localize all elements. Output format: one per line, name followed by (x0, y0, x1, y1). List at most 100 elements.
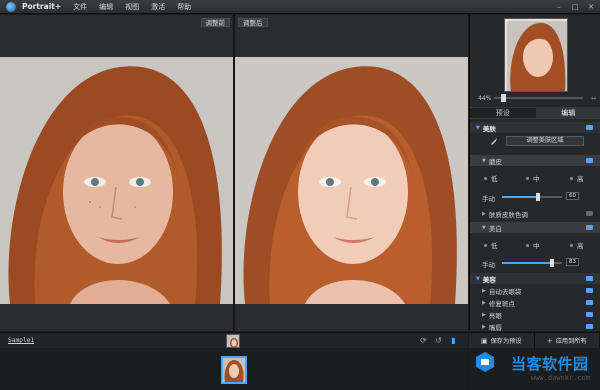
beauty-item-eye-bags[interactable]: ▶ 自动去眼袋 (470, 285, 600, 296)
apply-all-button[interactable]: + 应用到所有 (535, 333, 600, 348)
navigator-image (505, 19, 567, 91)
expand-triangle-icon: ▶ (482, 287, 486, 294)
before-pane[interactable]: 调整前 (0, 15, 233, 331)
before-label: 调整前 (200, 18, 230, 27)
smooth-option-mid[interactable]: 中 (526, 173, 540, 183)
file-name[interactable]: Sample1 (8, 337, 34, 344)
expand-triangle-icon: ▶ (482, 299, 486, 306)
beauty-item-bright-eyes[interactable]: ▶ 亮眼 (470, 309, 600, 320)
whiten-option-high[interactable]: 高 (570, 240, 584, 250)
whiten-option-high-label: 高 (577, 242, 584, 250)
whiten-slider[interactable] (502, 259, 562, 267)
skin-toggle-switch[interactable] (586, 125, 593, 130)
brush-icon (491, 138, 497, 145)
bright-eyes-toggle-switch[interactable] (586, 312, 593, 317)
beauty-toggle-switch[interactable] (586, 276, 593, 281)
radio-dot-icon (526, 176, 529, 180)
beauty-item-lips[interactable]: ▶ 嘴唇 (470, 321, 600, 332)
smooth-option-low[interactable]: 低 (484, 173, 498, 183)
maximize-icon[interactable]: □ (570, 2, 580, 11)
beauty-item-label: 自动去眼袋 (488, 287, 522, 296)
whiten-options: 低 中 高 (470, 240, 600, 250)
smooth-slider-row: 手动 60 (470, 192, 600, 203)
beauty-item-spots[interactable]: ▶ 修复斑点 (470, 297, 600, 308)
tab-presets[interactable]: 预设 (470, 108, 536, 118)
tab-edit[interactable]: 编辑 (535, 108, 600, 118)
smooth-slider[interactable] (502, 193, 562, 201)
smooth-options: 低 中 高 (470, 173, 600, 183)
filmstrip-item[interactable] (221, 356, 247, 384)
minimize-icon[interactable]: – (554, 2, 564, 11)
smooth-slider-knob[interactable] (536, 193, 540, 201)
menu-help[interactable]: 帮助 (177, 2, 191, 12)
smooth-option-high-label: 高 (577, 175, 584, 183)
lips-toggle-switch[interactable] (586, 324, 593, 329)
zoom-slider[interactable] (494, 94, 583, 102)
watermark-logo-icon (476, 352, 494, 372)
subsection-smooth[interactable]: ▼ 磨皮 (470, 155, 600, 166)
panel-tabs: 预设 编辑 (470, 107, 600, 119)
undo-icon[interactable]: ↺ (434, 336, 443, 345)
current-thumbnail-image (227, 335, 239, 347)
expand-triangle-icon: ▶ (482, 210, 486, 217)
close-icon[interactable]: ✕ (586, 2, 596, 11)
portrait-after-image (235, 57, 468, 304)
smooth-toggle-switch[interactable] (586, 158, 593, 163)
subsection-whiten[interactable]: ▼ 美白 (470, 222, 600, 233)
plus-icon: + (546, 336, 553, 345)
save-icon: ▣ (480, 336, 488, 345)
adjust-panel: 44% ↔ 预设 编辑 ▼ 美肤 调整美肤区域 ▼ 磨皮 低 中 高 手动 60 (469, 15, 600, 341)
whiten-slider-row: 手动 83 (470, 258, 600, 269)
whiten-toggle-switch[interactable] (586, 225, 593, 230)
eye-bags-toggle-switch[interactable] (586, 288, 593, 293)
expand-triangle-icon: ▶ (482, 311, 486, 318)
whiten-slider-value[interactable]: 83 (566, 258, 579, 266)
whiten-option-mid[interactable]: 中 (526, 240, 540, 250)
smooth-slider-value[interactable]: 60 (566, 192, 579, 200)
collapse-triangle-icon: ▼ (482, 224, 486, 231)
spots-toggle-switch[interactable] (586, 300, 593, 305)
smooth-slider-label: 手动 (482, 195, 495, 203)
after-photo (235, 57, 468, 304)
whiten-option-low[interactable]: 低 (484, 240, 498, 250)
zoom-value: 44% (478, 94, 492, 102)
menu-activate[interactable]: 激活 (151, 2, 165, 12)
smooth-option-mid-label: 中 (533, 175, 540, 183)
navigator-thumbnail[interactable] (504, 18, 568, 92)
whiten-slider-knob[interactable] (549, 259, 554, 267)
zoom-slider-knob[interactable] (501, 94, 507, 102)
title-bar: Portrait+ 文件 编辑 视图 激活 帮助 – □ ✕ (0, 0, 600, 14)
expand-triangle-icon: ▼ (476, 124, 480, 131)
watermark-title: 当客软件园 (511, 355, 589, 373)
filmstrip (0, 349, 468, 390)
smooth-option-low-label: 低 (491, 175, 498, 183)
zoom-in-icon[interactable]: ↔ (591, 95, 596, 102)
radio-dot-icon (526, 243, 529, 247)
smooth-option-high[interactable]: 高 (570, 173, 584, 183)
retouch-area-row: 调整美肤区域 (470, 135, 600, 147)
skin-tone-label: 肤质皮肤色调 (488, 210, 528, 219)
expand-triangle-icon: ▶ (482, 323, 486, 330)
section-skin[interactable]: ▼ 美肤 (470, 122, 600, 133)
photo-canvas: 调整前 调整后 (0, 15, 468, 331)
app-logo-icon (6, 1, 16, 12)
skin-tone-toggle-switch[interactable] (586, 211, 593, 216)
collapse-triangle-icon: ▼ (482, 157, 486, 164)
menu-bar: 文件 编辑 视图 激活 帮助 (73, 2, 203, 12)
menu-view[interactable]: 视图 (125, 2, 139, 12)
smooth-label: 磨皮 (488, 157, 502, 166)
radio-dot-icon (570, 176, 573, 180)
rotate-icon[interactable]: ⟳ (419, 336, 428, 345)
retouch-area-button[interactable]: 调整美肤区域 (506, 136, 584, 146)
image-info-bar: Sample1 ⟳ ↺ ▮ (0, 332, 468, 348)
compare-icon[interactable]: ▮ (449, 336, 458, 345)
current-thumbnail[interactable] (226, 334, 240, 348)
watermark-url: www.downkr.com (531, 374, 591, 382)
save-preset-button[interactable]: ▣ 保存为预设 (469, 333, 535, 348)
radio-dot-icon (484, 176, 487, 180)
menu-file[interactable]: 文件 (73, 2, 87, 12)
after-pane[interactable]: 调整后 (235, 15, 468, 331)
subsection-skin-tone[interactable]: ▶ 肤质皮肤色调 (470, 208, 600, 219)
section-beauty[interactable]: ▼ 美容 (470, 273, 600, 284)
menu-edit[interactable]: 编辑 (99, 2, 113, 12)
